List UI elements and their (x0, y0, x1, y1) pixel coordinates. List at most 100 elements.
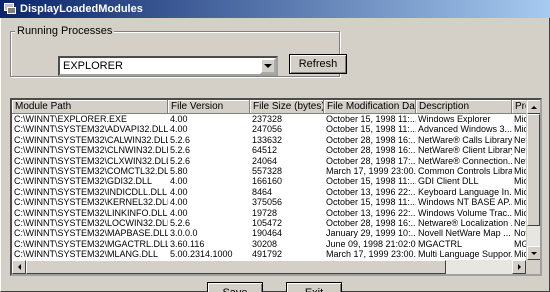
table-cell: 133632 (252, 134, 283, 145)
table-cell: October 28, 1998 16:... (326, 217, 416, 228)
table-cell: 4.00 (170, 114, 188, 124)
table-cell: 5.80 (170, 165, 188, 176)
table-cell: 5.2.6 (170, 134, 191, 145)
table-cell: January 29, 1999 10:... (326, 228, 416, 239)
scroll-down-icon[interactable] (527, 246, 540, 260)
table-cell: March 17, 1999 23:00... (326, 165, 416, 176)
process-selected: EXPLORER (63, 60, 123, 72)
table-row[interactable]: C:\WINNT\SYSTEM32\MAPBASE.DLL 3.0.0.0 1904… (12, 228, 540, 239)
horizontal-scrollbar[interactable] (12, 260, 526, 274)
group-label: Running Processes (15, 25, 115, 37)
table-cell: 557328 (252, 165, 283, 176)
table-cell: 190464 (252, 228, 283, 239)
table-cell: C:\WINNT\SYSTEM32\MAPBASE.DLL (14, 228, 168, 239)
table-cell: Advanced Windows 3... (418, 124, 512, 135)
table-row[interactable]: C:\WINNT\SYSTEM32\LOCWIN32.DLL 5.2.6 10547… (12, 217, 540, 228)
table-cell: 491792 (252, 249, 283, 260)
table-row[interactable]: C:\WINNT\SYSTEM32\GDI32.DLL 4.00 166160 Oct… (12, 176, 540, 187)
modules-listview[interactable]: Module Path File Version File Size (bytes)… (10, 98, 542, 276)
column-header[interactable]: File Version (168, 100, 250, 114)
table-cell: C:\WINNT\SYSTEM32\COMCTL32.DLL (14, 165, 168, 176)
table-cell: C:\WINNT\EXPLORER.EXE (14, 114, 128, 124)
table-row[interactable]: C:\WINNT\SYSTEM32\MLANG.DLL 5.00.2314.100… (12, 249, 540, 260)
vertical-scrollbar[interactable] (526, 100, 540, 260)
column-header[interactable]: File Size (bytes) (250, 100, 324, 114)
table-cell: 3.60.116 (170, 238, 205, 249)
table-cell: 8464 (252, 186, 273, 197)
table-cell: 105472 (252, 217, 283, 228)
table-cell: October 15, 1998 11:... (326, 176, 416, 187)
table-cell: Novell NetWare Map ... (418, 228, 511, 239)
column-header[interactable]: File Modification Date (324, 100, 416, 114)
table-row[interactable]: C:\WINNT\SYSTEM32\MGACTRL.DLL 3.60.116 302… (12, 238, 540, 249)
table-cell: Keyboard Language In... (418, 186, 512, 197)
title-bar[interactable]: DisplayLoadedModules (0, 0, 550, 18)
table-cell: 19728 (252, 207, 278, 218)
vertical-scroll-thumb[interactable] (527, 114, 540, 226)
table-cell: GDI Client DLL (418, 176, 479, 187)
table-row[interactable]: C:\WINNT\SYSTEM32\CLXWIN32.DLL 5.2.6 24064… (12, 155, 540, 166)
column-header[interactable]: Module Path (12, 100, 168, 114)
table-cell: C:\WINNT\SYSTEM32\LINKINFO.DLL (14, 207, 168, 218)
table-cell: October 28, 1998 16:... (326, 134, 416, 145)
table-row[interactable]: C:\WINNT\SYSTEM32\LINKINFO.DLL 4.00 19728 O… (12, 207, 540, 218)
horizontal-scroll-thumb[interactable] (26, 260, 446, 274)
app-window-icon (3, 2, 17, 16)
table-cell: C:\WINNT\SYSTEM32\KERNEL32.DLL (14, 197, 168, 208)
table-cell: Windows Explorer (418, 114, 491, 124)
table-cell: 64512 (252, 145, 278, 156)
table-row[interactable]: C:\WINNT\SYSTEM32\COMCTL32.DLL 5.80 557328… (12, 165, 540, 176)
table-cell: 30208 (252, 238, 278, 249)
column-header[interactable]: Description (416, 100, 512, 114)
table-cell: 5.2.6 (170, 217, 191, 228)
table-cell: June 09, 1998 21:02:00 (326, 238, 416, 249)
window-title: DisplayLoadedModules (20, 3, 143, 15)
chevron-down-icon[interactable] (260, 58, 276, 74)
table-cell: 4.00 (170, 197, 188, 208)
table-cell: 5.2.6 (170, 155, 191, 166)
save-button[interactable]: Save (207, 282, 263, 292)
table-cell: October 13, 1996 22:... (326, 186, 416, 197)
table-cell: 237328 (252, 114, 283, 124)
table-row[interactable]: C:\WINNT\SYSTEM32\ADVAPI32.DLL 4.00 247056… (12, 124, 540, 135)
table-cell: October 15, 1998 11:... (326, 114, 416, 124)
table-cell: C:\WINNT\SYSTEM32\CLNWIN32.DLL (14, 145, 168, 156)
scroll-up-icon[interactable] (527, 100, 540, 114)
exit-button[interactable]: Exit (286, 282, 342, 292)
table-cell: Netware® Localization ... (418, 217, 512, 228)
table-row[interactable]: C:\WINNT\SYSTEM32\CLNWIN32.DLL 5.2.6 64512… (12, 145, 540, 156)
table-cell: NetWare® Client Library (418, 145, 512, 156)
table-cell: C:\WINNT\SYSTEM32\MGACTRL.DLL (14, 238, 168, 249)
table-cell: Multi Language Suppor... (418, 249, 512, 260)
table-cell: 375056 (252, 197, 283, 208)
table-cell: March 17, 1999 23:00... (326, 249, 416, 260)
table-cell: October 28, 1998 16:... (326, 145, 416, 156)
table-cell: MGACTRL (418, 238, 463, 249)
list-rows: C:\WINNT\EXPLORER.EXE 4.00 237328 October 1… (12, 114, 540, 270)
table-cell: 4.00 (170, 176, 188, 187)
table-cell: C:\WINNT\SYSTEM32\INDICDLL.DLL (14, 186, 168, 197)
table-cell: 166160 (252, 176, 283, 187)
table-cell: C:\WINNT\SYSTEM32\LOCWIN32.DLL (14, 217, 168, 228)
table-row[interactable]: C:\WINNT\SYSTEM32\INDICDLL.DLL 4.00 8464 Oc… (12, 186, 540, 197)
table-row[interactable]: C:\WINNT\SYSTEM32\CALWIN32.DLL 5.2.6 13363… (12, 134, 540, 145)
list-header: Module Path File Version File Size (bytes)… (12, 100, 540, 114)
table-cell: 247056 (252, 124, 283, 135)
table-cell: 4.00 (170, 124, 188, 135)
table-cell: C:\WINNT\SYSTEM32\GDI32.DLL (14, 176, 153, 187)
table-row[interactable]: C:\WINNT\SYSTEM32\KERNEL32.DLL 4.00 375056… (12, 197, 540, 208)
scroll-right-icon[interactable] (512, 260, 526, 274)
process-combobox[interactable]: EXPLORER (58, 56, 278, 76)
table-cell: 4.00 (170, 186, 188, 197)
table-cell: NetWare® Calls Library (418, 134, 512, 145)
table-cell: C:\WINNT\SYSTEM32\MLANG.DLL (14, 249, 159, 260)
scroll-left-icon[interactable] (12, 260, 26, 274)
table-cell: C:\WINNT\SYSTEM32\CLXWIN32.DLL (14, 155, 168, 166)
refresh-button[interactable]: Refresh (289, 54, 347, 74)
table-row[interactable]: C:\WINNT\EXPLORER.EXE 4.00 237328 October 1… (12, 114, 540, 124)
table-cell: Common Controls Library (418, 165, 512, 176)
table-cell: 4.00 (170, 207, 188, 218)
table-cell: October 13, 1996 22:... (326, 207, 416, 218)
table-cell: October 15, 1998 11:... (326, 124, 416, 135)
scroll-corner (526, 260, 540, 274)
